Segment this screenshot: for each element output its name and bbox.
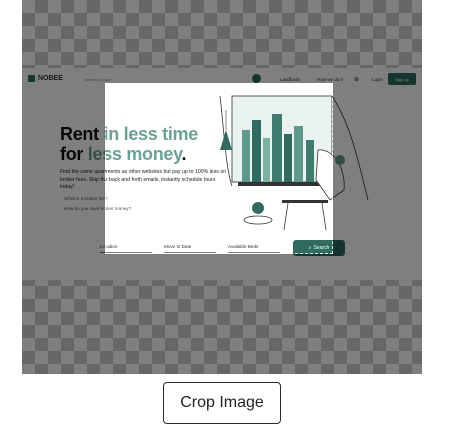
crop-mask-top	[22, 0, 422, 83]
image-crop-canvas[interactable]: NOBEE Search a place Landlords How we do…	[22, 0, 422, 374]
crop-image-button[interactable]: Crop Image	[163, 382, 281, 424]
crop-selection-box[interactable]	[105, 83, 333, 254]
crop-mask-bottom	[22, 254, 422, 374]
crop-mask-right	[333, 83, 422, 254]
crop-mask-left	[22, 83, 105, 254]
